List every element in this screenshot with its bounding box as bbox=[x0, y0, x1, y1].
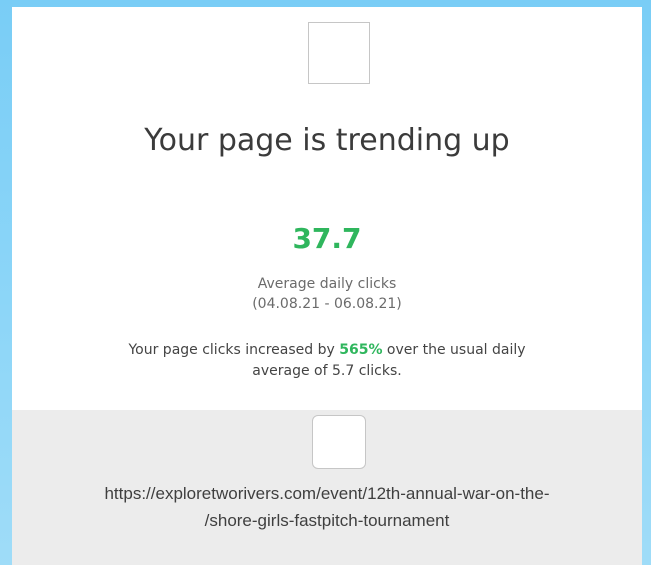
summary-after-line2: average of 5.7 clicks. bbox=[252, 363, 402, 379]
thumbnail-placeholder-icon bbox=[312, 415, 366, 469]
metric-label: Average daily clicks bbox=[257, 276, 397, 292]
page-url-line1[interactable]: https://exploretworivers.com/event/12th-… bbox=[104, 484, 549, 503]
percent-increase: 565% bbox=[339, 342, 383, 358]
summary-before: Your page clicks increased by bbox=[128, 342, 340, 358]
page-url-line2[interactable]: /shore-girls-fastpitch-tournament bbox=[205, 511, 450, 530]
date-range: (04.08.21 - 06.08.21) bbox=[252, 296, 402, 312]
average-clicks-value: 37.7 bbox=[292, 222, 362, 255]
summary-text: Your page clicks increased by 565% over … bbox=[72, 340, 582, 382]
notification-card: Your page is trending up 37.7 Average da… bbox=[12, 7, 642, 565]
card-title: Your page is trending up bbox=[144, 123, 510, 158]
logo-placeholder-icon bbox=[308, 22, 370, 84]
summary-after-line1: over the usual daily bbox=[382, 342, 526, 358]
metric-description: Average daily clicks (04.08.21 - 06.08.2… bbox=[12, 274, 642, 314]
page-url[interactable]: https://exploretworivers.com/event/12th-… bbox=[22, 480, 632, 534]
